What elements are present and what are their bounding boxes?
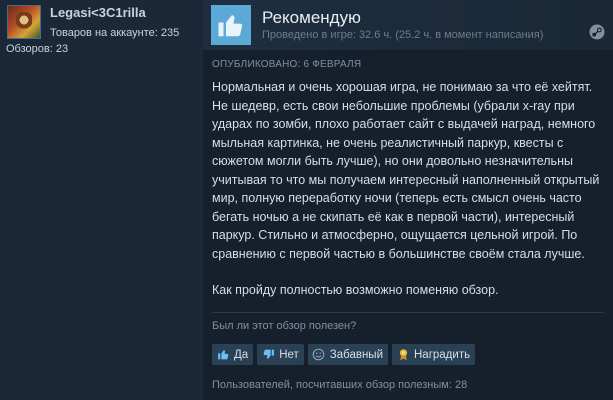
vote-yes-label: Да xyxy=(234,348,249,361)
recommendation-header[interactable]: Рекомендую Проведено в игре: 32.6 ч. (25… xyxy=(203,0,613,50)
review-paragraph: Нормальная и очень хорошая игра, не пони… xyxy=(212,80,600,261)
steam-icon xyxy=(589,24,605,40)
vote-funny-button[interactable]: Забавный xyxy=(307,344,388,365)
divider xyxy=(212,312,604,313)
award-ribbon-icon xyxy=(396,348,410,362)
helpful-count: Пользователей, посчитавших обзор полезны… xyxy=(212,379,468,391)
vote-yes-button[interactable]: Да xyxy=(212,344,254,365)
vote-no-label: Нет xyxy=(279,348,299,361)
author-reviews-count[interactable]: Обзоров: 23 xyxy=(6,43,68,55)
author-products-count[interactable]: Товаров на аккаунте: 235 xyxy=(50,27,179,39)
vote-funny-label: Забавный xyxy=(329,348,383,361)
author-panel: Legasi<3C1rilla Товаров на аккаунте: 235… xyxy=(0,0,200,400)
review-paragraph: Как пройду полностью возможно поменяю об… xyxy=(212,283,499,297)
vote-buttons: Да Нет Забавный Наградить xyxy=(212,344,476,365)
thumbs-down-icon xyxy=(261,348,275,362)
thumbs-up-icon xyxy=(216,348,230,362)
review-verdict: Рекомендую xyxy=(262,8,361,27)
author-username[interactable]: Legasi<3C1rilla xyxy=(50,5,146,20)
review-body: Нормальная и очень хорошая игра, не пони… xyxy=(212,78,607,318)
smiley-icon xyxy=(312,348,326,362)
award-label: Наградить xyxy=(414,348,471,361)
helpful-question: Был ли этот обзор полезен? xyxy=(212,320,357,332)
review-panel: Рекомендую Проведено в игре: 32.6 ч. (25… xyxy=(203,0,613,400)
recommend-thumbs-up-icon xyxy=(211,5,251,45)
vote-no-button[interactable]: Нет xyxy=(257,344,304,365)
award-button[interactable]: Наградить xyxy=(392,344,476,365)
avatar[interactable] xyxy=(7,5,41,39)
review-playtime: Проведено в игре: 32.6 ч. (25.2 ч. в мом… xyxy=(262,29,544,41)
review-posted-date: ОПУБЛИКОВАНО: 6 ФЕВРАЛЯ xyxy=(212,59,362,70)
